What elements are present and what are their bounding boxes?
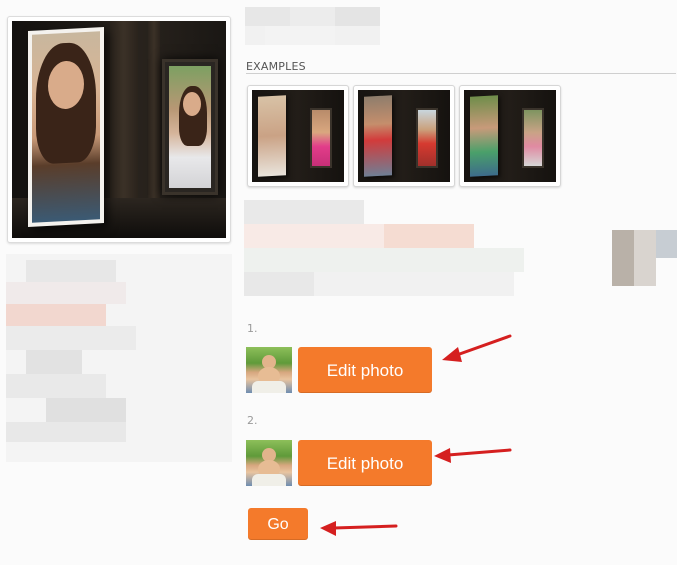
example-thumbnail-2[interactable] <box>353 85 455 187</box>
blurred-title <box>245 7 380 45</box>
edit-photo-button-1[interactable]: Edit photo <box>298 347 432 393</box>
small-photo-frame <box>162 59 218 195</box>
blurred-description-left <box>6 254 232 462</box>
step-1-number: 1. <box>247 322 258 335</box>
example-thumbnail-1[interactable] <box>247 85 349 187</box>
blurred-description-right <box>244 200 677 298</box>
edit-photo-button-2[interactable]: Edit photo <box>298 440 432 486</box>
arrow-left-icon <box>434 448 512 463</box>
arrow-left-icon <box>320 521 398 536</box>
main-preview-frame <box>7 16 231 243</box>
arrow-left-icon <box>442 334 512 362</box>
step-1-photo-thumbnail[interactable] <box>246 347 292 393</box>
examples-divider <box>246 73 676 74</box>
examples-heading: EXAMPLES <box>246 60 306 73</box>
step-2-photo-thumbnail[interactable] <box>246 440 292 486</box>
large-photo-frame <box>28 27 104 227</box>
step-2-number: 2. <box>247 414 258 427</box>
go-button[interactable]: Go <box>248 508 308 540</box>
main-preview-image <box>12 21 226 238</box>
example-thumbnail-3[interactable] <box>459 85 561 187</box>
